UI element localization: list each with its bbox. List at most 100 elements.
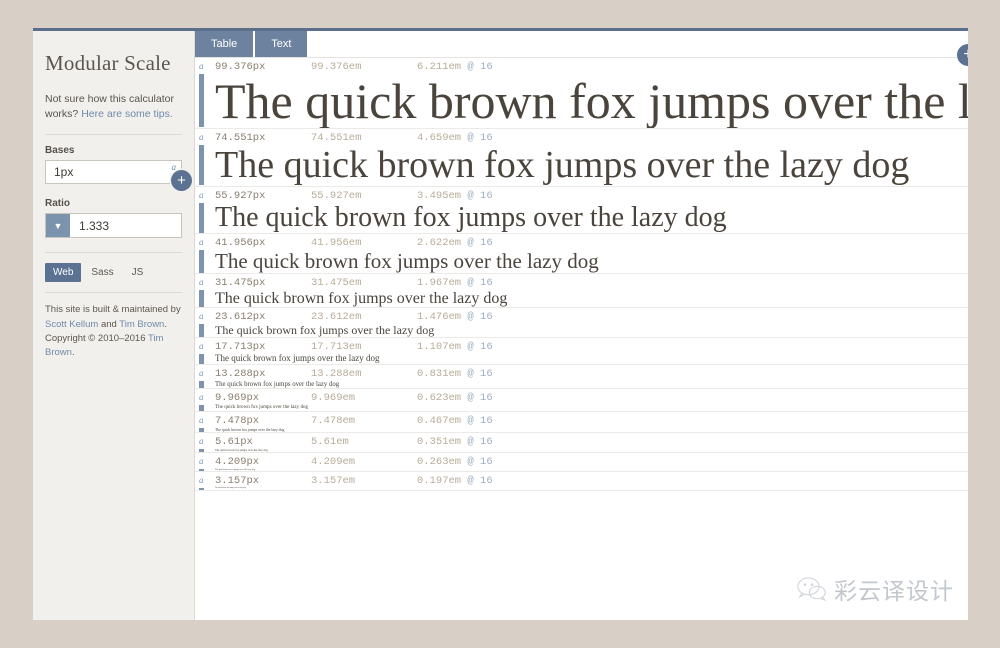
scale-row: a 55.927px 55.927em 3.495em @ 16 The quick b…: [195, 187, 968, 235]
value-px: 17.713px: [215, 341, 266, 354]
size-indicator-bar: [199, 380, 204, 389]
value-px: 99.376px: [215, 61, 266, 73]
size-indicator-bar: [199, 203, 204, 233]
scale-row: a 41.956px 41.956em 2.622em @ 16 The quick b…: [195, 234, 968, 274]
value-em: 31.475em: [311, 276, 362, 289]
scale-row: a 99.376px 99.376em 6.211em @ 16 The quick b…: [195, 58, 968, 129]
sample-text: The quick brown fox jumps over the lazy …: [215, 468, 255, 471]
value-em: 23.612em: [311, 311, 362, 324]
sample-text: The quick brown fox jumps over the lazy …: [215, 404, 309, 411]
value-rem-base: @ 16: [461, 311, 493, 324]
sample-text: The quick brown fox jumps over the lazy …: [215, 249, 599, 274]
row-marker-a-icon: a: [199, 276, 204, 287]
bases-label: Bases: [45, 145, 75, 157]
value-rem-base: @ 16: [461, 435, 493, 448]
value-rem: 1.107em @ 16: [417, 341, 493, 353]
value-em: 99.376em: [311, 61, 362, 73]
value-rem: 0.831em @ 16: [417, 368, 493, 380]
scale-row-meta: 9.969px 9.969em 0.623em @ 16: [205, 389, 968, 405]
sample-text: The quick brown fox jumps over the lazy …: [215, 73, 968, 129]
scale-row: a 17.713px 17.713em 1.107em @ 16 The quick b…: [195, 338, 968, 365]
value-rem-base: @ 16: [461, 414, 493, 427]
value-rem: 4.659em @ 16: [417, 132, 493, 144]
value-px: 41.956px: [215, 237, 266, 250]
value-px: 74.551px: [215, 132, 266, 144]
tips-link[interactable]: Here are some tips.: [81, 108, 173, 120]
value-rem-base: @ 16: [461, 475, 493, 488]
size-indicator-bar: [199, 405, 204, 411]
size-indicator-bar: [199, 488, 204, 491]
sample-text: The quick brown fox jumps over the lazy …: [215, 323, 435, 338]
site-credit: This site is built & maintained by Scott…: [45, 303, 182, 360]
scale-row: a 9.969px 9.969em 0.623em @ 16 The quick bro…: [195, 389, 968, 412]
scale-row-meta: 23.612px 23.612em 1.476em @ 16: [205, 308, 968, 324]
scale-row-meta: 31.475px 31.475em 1.967em @ 16: [205, 274, 968, 290]
value-rem-base: @ 16: [461, 455, 493, 468]
scale-row: a 4.209px 4.209em 0.263em @ 16 The quick bro…: [195, 453, 968, 473]
value-rem-number: 0.831em: [417, 367, 462, 380]
credit-link-scott-kellum[interactable]: Scott Kellum: [45, 319, 98, 330]
value-rem-base: @ 16: [461, 61, 493, 73]
modular-scale-app: Modular Scale Not sure how this calculat…: [33, 28, 968, 620]
credit-part-4: .: [71, 347, 75, 359]
value-rem: 0.467em @ 16: [417, 415, 493, 427]
value-rem: 0.197em @ 16: [417, 475, 493, 487]
value-rem: 0.263em @ 16: [417, 456, 493, 468]
chevron-down-icon[interactable]: ▼: [46, 214, 70, 238]
credit-part-1: This site is built & maintained by: [45, 304, 181, 316]
size-indicator-bar: [199, 74, 204, 127]
output-tab-sass[interactable]: Sass: [83, 263, 121, 282]
value-px: 3.157px: [215, 475, 260, 488]
value-em: 5.61em: [311, 435, 349, 448]
value-em: 3.157em: [311, 475, 356, 488]
row-marker-a-icon: a: [199, 367, 204, 378]
row-marker-a-icon: a: [199, 392, 204, 403]
add-base-button[interactable]: +: [171, 170, 192, 192]
ratio-select[interactable]: ▼ 1.333: [45, 213, 182, 239]
size-indicator-bar: [199, 289, 204, 307]
ratio-label: Ratio: [45, 198, 70, 210]
row-marker-a-icon: a: [199, 311, 204, 322]
value-rem-number: 0.197em: [417, 475, 462, 488]
scale-row: a 13.288px 13.288em 0.831em @ 16 The quick b…: [195, 365, 968, 390]
tips-text: Not sure how this calculator works? Here…: [45, 92, 182, 122]
value-rem: 6.211em @ 16: [417, 61, 493, 73]
value-px: 5.61px: [215, 435, 253, 448]
value-rem-number: 4.659em: [417, 132, 462, 144]
sample-text: The quick brown fox jumps over the lazy …: [215, 202, 727, 234]
sample-text: The quick brown fox jumps over the lazy …: [215, 289, 508, 307]
value-rem-base: @ 16: [461, 276, 493, 289]
scale-row-meta: 74.551px 74.551em 4.659em @ 16: [205, 129, 968, 145]
bases-input[interactable]: [45, 160, 182, 185]
value-em: 17.713em: [311, 341, 362, 354]
scale-row-meta: 17.713px 17.713em 1.107em @ 16: [205, 338, 968, 354]
value-em: 4.209em: [311, 455, 356, 468]
scale-row: a 23.612px 23.612em 1.476em @ 16 The quick b…: [195, 308, 968, 339]
size-indicator-bar: [199, 145, 204, 186]
row-marker-a-icon: a: [199, 190, 204, 201]
value-rem-number: 0.263em: [417, 455, 462, 468]
value-rem-number: 2.622em: [417, 237, 462, 250]
value-rem: 2.622em @ 16: [417, 237, 493, 249]
value-rem: 1.476em @ 16: [417, 311, 493, 323]
scale-row: a 5.61px 5.61em 0.351em @ 16 The quick brown…: [195, 433, 968, 453]
value-em: 9.969em: [311, 392, 356, 405]
value-px: 13.288px: [215, 367, 266, 380]
sample-text: The quick brown fox jumps over the lazy …: [215, 427, 285, 432]
output-tab-web[interactable]: Web: [45, 263, 82, 283]
value-rem-number: 0.623em: [417, 392, 462, 405]
sample-text: The quick brown fox jumps over the lazy …: [215, 447, 268, 452]
value-rem-base: @ 16: [461, 237, 493, 250]
tab-table[interactable]: Table: [195, 31, 254, 57]
credit-link-tim-brown[interactable]: Tim Brown: [119, 319, 164, 330]
sample-text: The quick brown fox jumps over the lazy …: [215, 353, 380, 364]
tab-text[interactable]: Text: [255, 31, 308, 57]
value-rem-number: 1.476em: [417, 311, 462, 324]
output-tab-js[interactable]: JS: [124, 263, 152, 282]
scale-row-meta: 55.927px 55.927em 3.495em @ 16: [205, 187, 968, 203]
credit-part-2: and: [98, 318, 120, 330]
row-marker-a-icon: a: [199, 132, 204, 142]
bases-field-wrap: a +: [45, 160, 192, 192]
row-marker-a-icon: a: [199, 455, 204, 466]
value-rem-number: 6.211em: [417, 61, 462, 73]
